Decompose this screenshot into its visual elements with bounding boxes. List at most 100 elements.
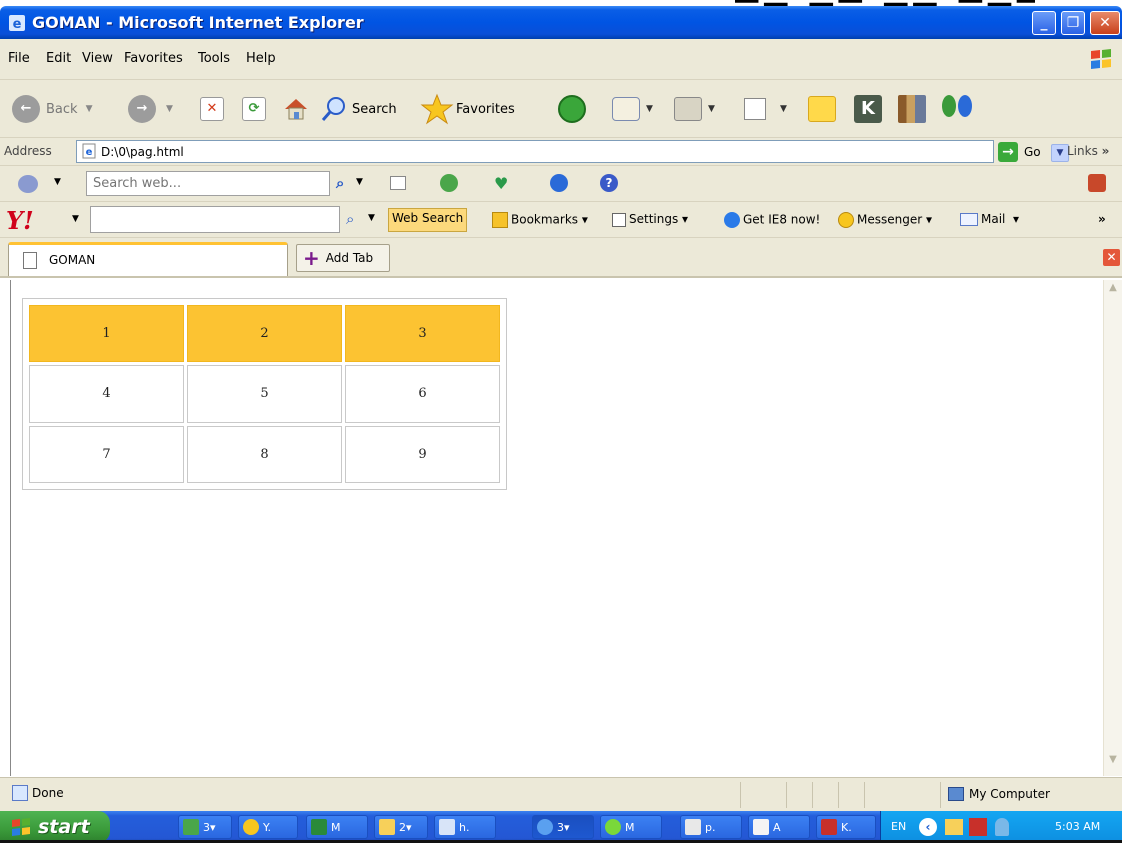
yahoo-dropdown-icon[interactable]: ▼ <box>72 214 79 224</box>
mail-dropdown-icon: ▼ <box>646 104 653 114</box>
table-cell: 1 <box>29 305 184 363</box>
menu-bar: File Edit View Favorites Tools Help <box>0 39 1122 80</box>
restore-button[interactable]: ❐ <box>1061 11 1085 35</box>
start-button[interactable]: start <box>0 811 110 843</box>
research-button[interactable] <box>898 92 926 126</box>
search-web-go-icon[interactable]: ⌕ <box>336 174 344 192</box>
messenger-button[interactable] <box>942 92 972 126</box>
close-tab-button[interactable]: ✕ <box>1103 249 1120 266</box>
tray-clock: 5:03 AM <box>1055 820 1101 833</box>
menu-help[interactable]: Help <box>246 51 276 66</box>
search-web-dropdown-icon[interactable]: ▼ <box>356 177 363 187</box>
table-cell: 3 <box>345 305 500 363</box>
add-tab-button[interactable]: + Add Tab <box>296 244 390 272</box>
toolbar-icon-heart[interactable]: ♥ <box>494 174 508 193</box>
language-indicator[interactable]: EN <box>891 820 906 833</box>
window-title: GOMAN - Microsoft Internet Explorer <box>32 13 364 32</box>
search-button[interactable]: Search <box>320 92 397 126</box>
more-chevron-icon[interactable]: » <box>1098 212 1106 226</box>
settings-button[interactable]: Settings ▾ <box>612 212 688 227</box>
notes-button[interactable] <box>808 92 836 126</box>
my-computer-icon <box>948 787 964 801</box>
minimize-button[interactable]: _ <box>1032 11 1056 35</box>
taskbar-item[interactable]: 2 ▾ <box>374 815 428 839</box>
kaspersky-button[interactable]: K <box>854 92 882 126</box>
print-button[interactable]: ▼ <box>674 92 715 126</box>
home-button[interactable] <box>282 92 310 126</box>
go-button[interactable]: → Go <box>998 140 1046 163</box>
favorites-label: Favorites <box>456 101 515 117</box>
search-web-input[interactable] <box>87 172 329 195</box>
yahoo-search-field[interactable] <box>90 206 340 233</box>
forward-button[interactable]: → ▼ <box>128 92 173 126</box>
table-row: 1 2 3 <box>29 305 500 363</box>
taskbar-item[interactable]: M <box>306 815 368 839</box>
toolbar-logo-dropdown-icon[interactable]: ▼ <box>54 177 61 187</box>
web-search-button[interactable]: Web Search <box>388 208 468 232</box>
address-field[interactable]: e D:\0\pag.html ▼ <box>76 140 1069 163</box>
toolbar-icon-help[interactable]: ? <box>600 174 618 192</box>
back-button[interactable]: ← Back ▼ <box>12 92 92 126</box>
taskbar-item[interactable]: K. <box>816 815 876 839</box>
edit-button[interactable]: ▼ <box>744 92 787 126</box>
messenger-toolbar-button[interactable]: Messenger ▾ <box>838 212 932 228</box>
refresh-button[interactable]: ⟳ <box>242 92 266 126</box>
mail-button[interactable]: ▼ <box>612 92 653 126</box>
yahoo-magnifier-icon[interactable]: ⌕ <box>346 210 354 228</box>
history-button[interactable] <box>558 92 586 126</box>
tray-folder-icon[interactable] <box>945 819 963 835</box>
status-divider <box>864 782 865 808</box>
tray-kaspersky-icon[interactable] <box>969 818 987 836</box>
menu-edit[interactable]: Edit <box>46 51 71 66</box>
favorites-button[interactable]: Favorites <box>420 92 515 126</box>
yahoo-toolbar: Y! ▼ ⌕ ▼ Web Search Bookmarks ▾ Settings… <box>0 202 1122 238</box>
vertical-scrollbar[interactable]: ▲ ▼ <box>1103 280 1122 776</box>
taskbar-item[interactable]: A <box>748 815 810 839</box>
taskbar-item[interactable]: Y. <box>238 815 298 839</box>
taskbar-item[interactable]: 3 ▾ <box>178 815 232 839</box>
scroll-down-icon[interactable]: ▼ <box>1105 754 1121 772</box>
yahoo-logo-icon[interactable]: Y! <box>6 206 34 235</box>
close-window-button[interactable]: ✕ <box>1090 11 1120 35</box>
stop-button[interactable]: ✕ <box>200 92 224 126</box>
links-toolbar[interactable]: Links » <box>1067 144 1109 158</box>
tray-collapse-icon[interactable]: ‹ <box>919 818 937 836</box>
toolbar-icon-translate[interactable] <box>1088 174 1106 192</box>
tray-user-icon[interactable] <box>995 818 1009 836</box>
back-dropdown-icon: ▼ <box>85 104 93 114</box>
toolbar-icon-add[interactable] <box>440 174 458 192</box>
tab-goman[interactable]: GOMAN <box>8 242 288 276</box>
toolbar-logo-icon[interactable] <box>18 175 38 193</box>
toolbar-icon-window[interactable] <box>390 176 406 190</box>
print-icon <box>674 97 702 121</box>
taskbar-item[interactable]: p. <box>680 815 742 839</box>
menu-view[interactable]: View <box>82 51 113 66</box>
standard-toolbar: ← Back ▼ → ▼ ✕ ⟳ Search Favorites ▼ ▼ ▼ … <box>0 80 1122 138</box>
sticky-note-icon <box>808 96 836 122</box>
yahoo-search-dropdown-icon[interactable]: ▼ <box>368 213 375 223</box>
page-icon <box>685 819 701 835</box>
scroll-up-icon[interactable]: ▲ <box>1105 282 1121 300</box>
edit-icon <box>744 98 766 120</box>
bookmarks-button[interactable]: Bookmarks ▾ <box>492 212 588 228</box>
task-label: h. <box>459 820 470 834</box>
smiley-icon <box>838 212 854 228</box>
status-divider <box>838 782 839 808</box>
menu-favorites[interactable]: Favorites <box>124 51 183 66</box>
menu-tools[interactable]: Tools <box>198 51 230 66</box>
settings-label: Settings <box>629 212 679 226</box>
number-table: 1 2 3 4 5 6 7 8 9 <box>22 298 507 490</box>
back-arrow-icon: ← <box>12 95 40 123</box>
ie-status-icon <box>12 785 28 801</box>
search-web-toolbar: ▼ ⌕ ▼ ♥ ? <box>0 166 1122 202</box>
search-web-field[interactable] <box>86 171 330 196</box>
toolbar-icon-globe[interactable] <box>550 174 568 192</box>
ie-logo-icon: e <box>9 15 25 32</box>
get-ie8-button[interactable]: Get IE8 now! <box>724 212 820 228</box>
taskbar-item-active[interactable]: 3 ▾ <box>532 815 594 839</box>
taskbar-item[interactable]: h. <box>434 815 496 839</box>
menu-file[interactable]: File <box>8 51 30 66</box>
mail-toolbar-button[interactable]: Mail ▾ <box>960 212 1019 226</box>
kaspersky-k-icon <box>821 819 837 835</box>
taskbar-item[interactable]: M <box>600 815 662 839</box>
